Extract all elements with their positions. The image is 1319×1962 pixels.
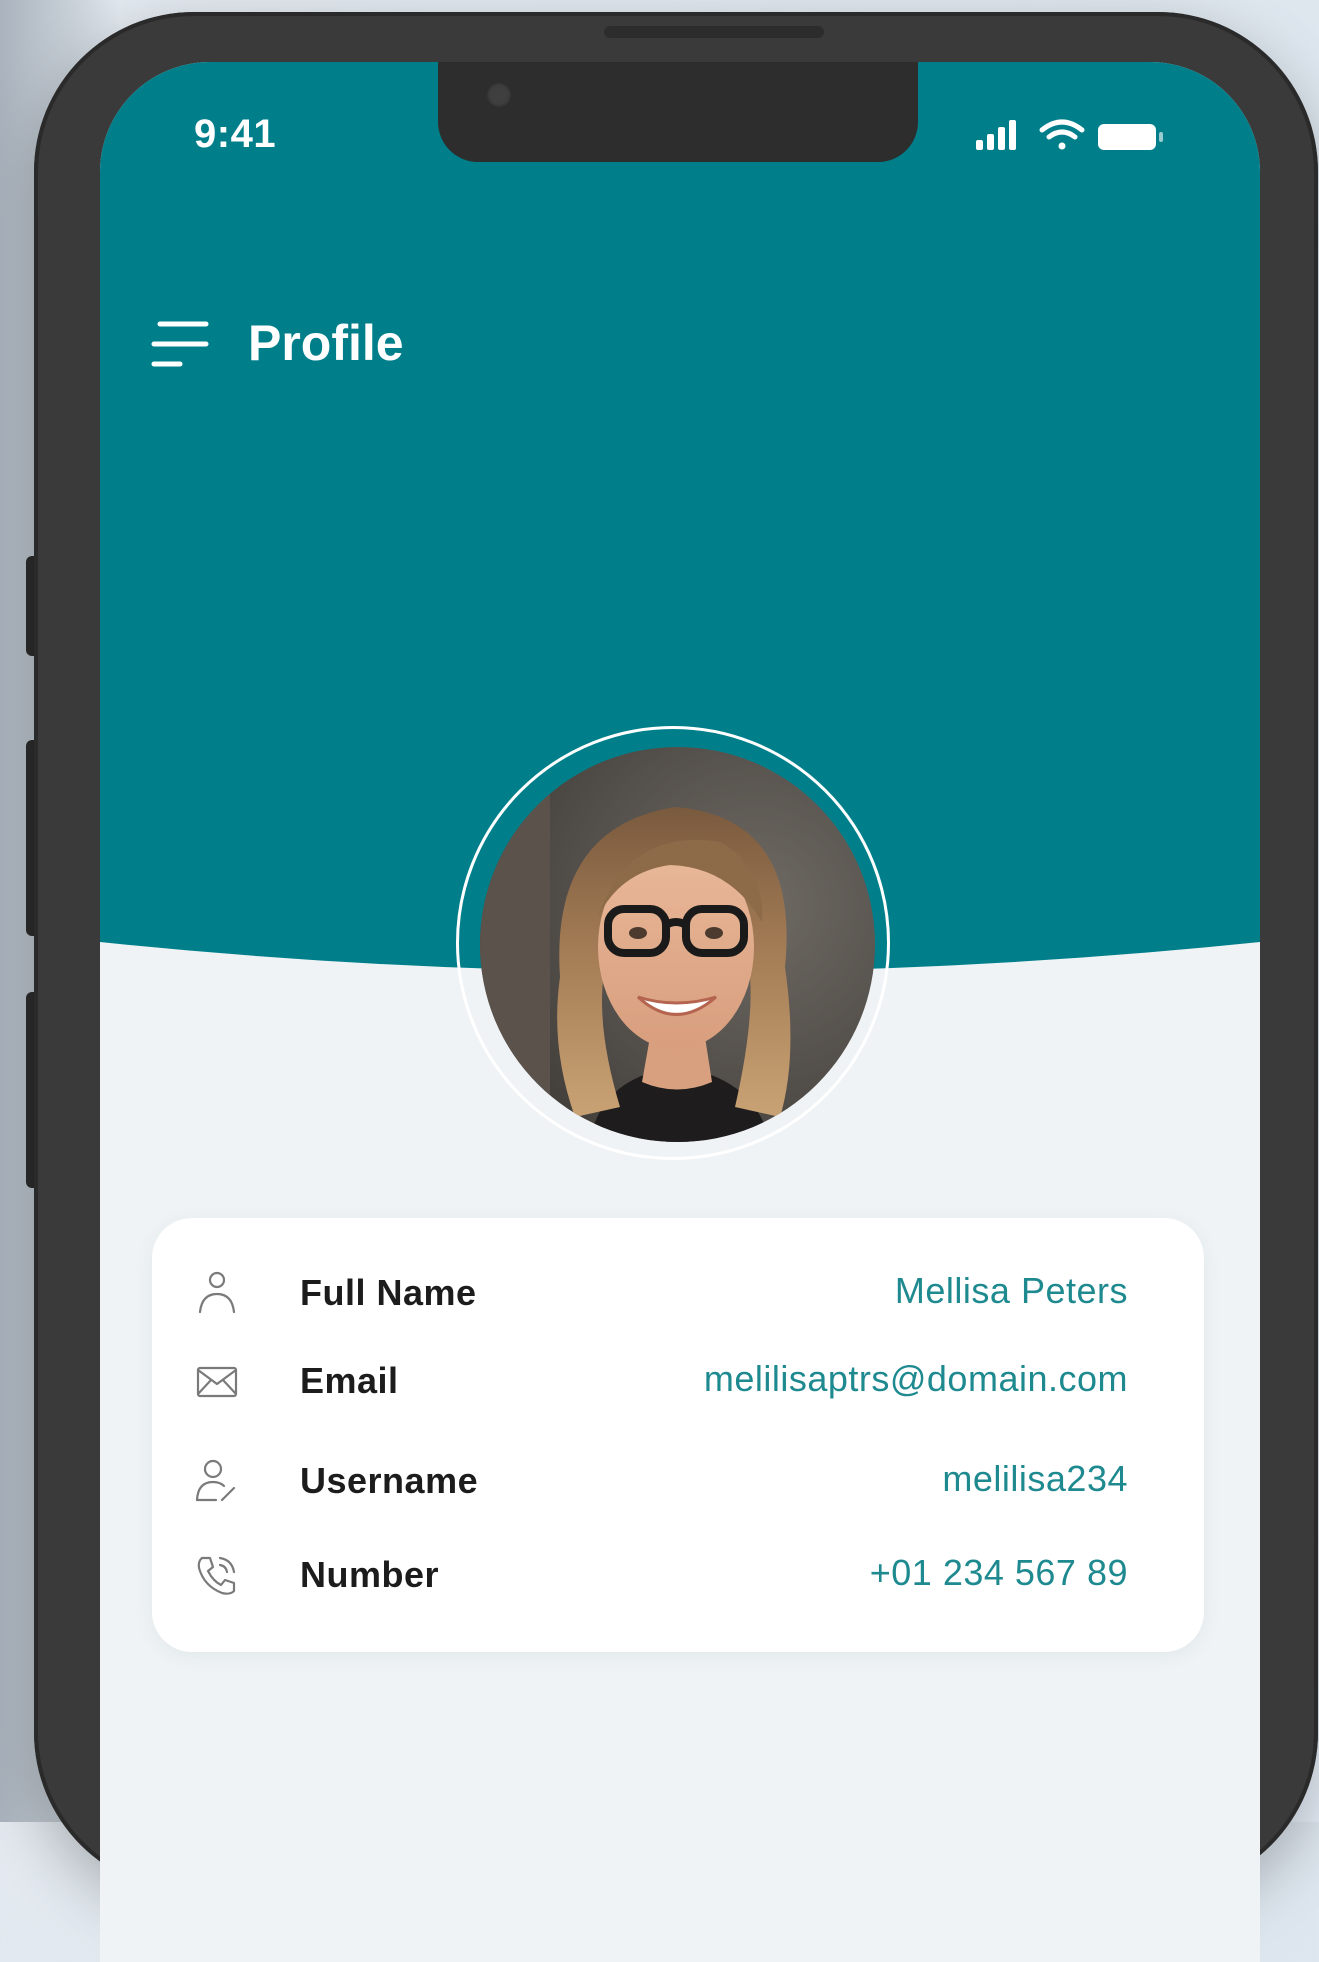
- phone-call-icon: [197, 1556, 236, 1595]
- page-title: Profile: [248, 315, 404, 371]
- profile-details-card: Full Name Mellisa Peters Email melilisap…: [152, 1218, 1204, 1652]
- profile-photo[interactable]: [480, 747, 875, 1142]
- username-value: melilisa234: [942, 1458, 1128, 1499]
- status-time: 9:41: [194, 112, 277, 156]
- user-edit-icon: [195, 1459, 236, 1502]
- wifi-icon: [1039, 119, 1085, 150]
- front-camera: [486, 82, 512, 108]
- speaker-grille: [604, 26, 824, 38]
- full-name-label: Full Name: [300, 1272, 477, 1313]
- number-value: +01 234 567 89: [869, 1552, 1128, 1593]
- email-value: melilisaptrs@domain.com: [703, 1358, 1128, 1399]
- status-icons: [976, 119, 1163, 150]
- phone-screen: 9:41 Profile Full Name Mellisa Peters Em…: [100, 62, 1260, 1962]
- detail-row-full-name: Full Name Mellisa Peters: [152, 1258, 1204, 1328]
- notch: [438, 62, 918, 162]
- cellular-signal-icon: [976, 120, 1016, 150]
- number-label: Number: [300, 1554, 440, 1595]
- email-label: Email: [300, 1360, 399, 1401]
- person-icon: [198, 1271, 236, 1314]
- battery-icon: [1098, 124, 1163, 150]
- username-label: Username: [300, 1460, 479, 1501]
- full-name-value: Mellisa Peters: [894, 1270, 1128, 1311]
- detail-row-number: Number +01 234 567 89: [152, 1540, 1204, 1610]
- mail-icon: [196, 1366, 238, 1398]
- hamburger-menu-icon[interactable]: [150, 318, 214, 378]
- detail-row-email: Email melilisaptrs@domain.com: [152, 1346, 1204, 1416]
- detail-row-username: Username melilisa234: [152, 1446, 1204, 1516]
